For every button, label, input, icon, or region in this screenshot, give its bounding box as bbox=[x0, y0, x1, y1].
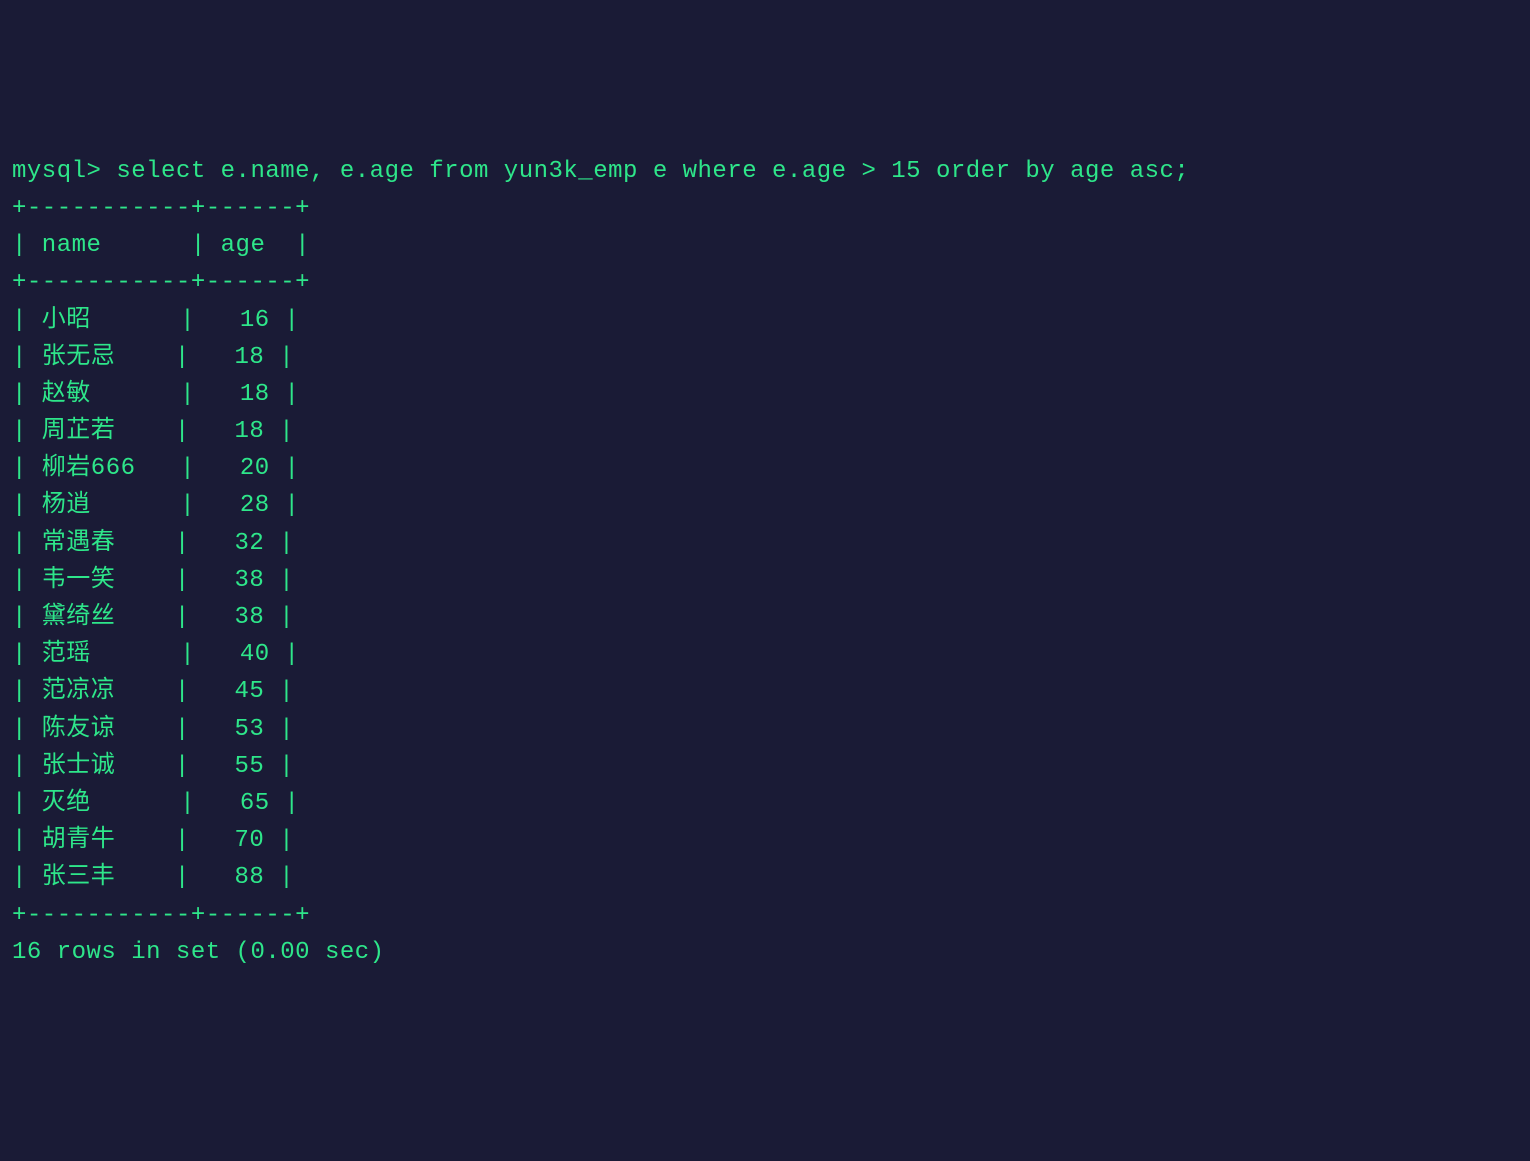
table-border-bottom: +-----------+------+ bbox=[12, 902, 310, 929]
table-border-top: +-----------+------+ bbox=[12, 195, 310, 222]
terminal-output: mysql> select e.name, e.age from yun3k_e… bbox=[12, 153, 1518, 971]
prompt: mysql> select e.name, e.age from yun3k_e… bbox=[12, 158, 1189, 185]
table-body: | 小昭 | 16 | | 张无忌 | 18 | | 赵敏 | 18 | | 周… bbox=[12, 307, 299, 892]
table-border-mid: +-----------+------+ bbox=[12, 269, 310, 296]
result-footer: 16 rows in set (0.00 sec) bbox=[12, 939, 385, 966]
table-header: | name | age | bbox=[12, 232, 310, 259]
